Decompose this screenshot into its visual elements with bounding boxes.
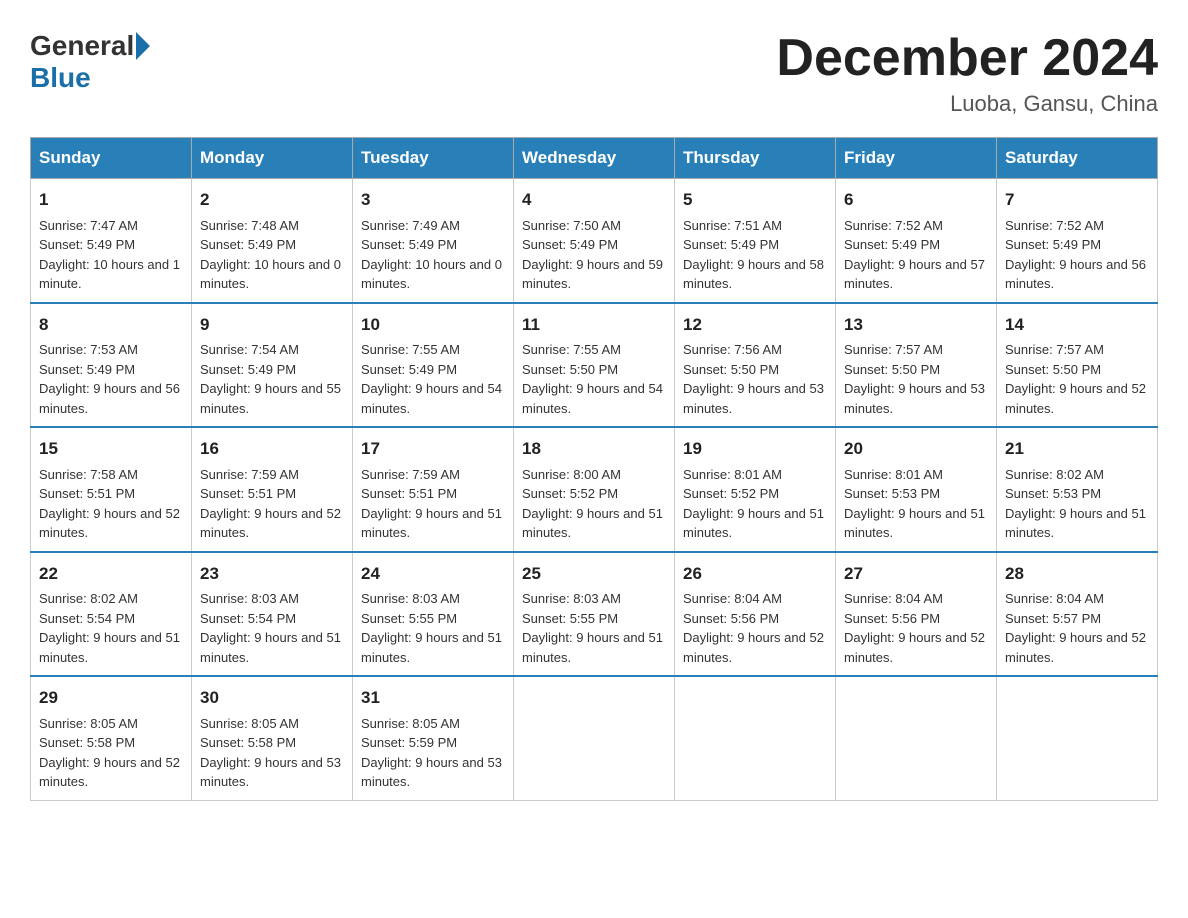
calendar-cell: [836, 676, 997, 800]
calendar-week-row: 1Sunrise: 7:47 AMSunset: 5:49 PMDaylight…: [31, 179, 1158, 303]
day-number: 12: [683, 312, 827, 338]
day-number: 13: [844, 312, 988, 338]
calendar-cell: 18Sunrise: 8:00 AMSunset: 5:52 PMDayligh…: [514, 427, 675, 552]
calendar-cell: 11Sunrise: 7:55 AMSunset: 5:50 PMDayligh…: [514, 303, 675, 428]
logo-general-text: General: [30, 30, 134, 62]
calendar-cell: [675, 676, 836, 800]
calendar-header-wednesday: Wednesday: [514, 138, 675, 179]
calendar-cell: 22Sunrise: 8:02 AMSunset: 5:54 PMDayligh…: [31, 552, 192, 677]
calendar-cell: 16Sunrise: 7:59 AMSunset: 5:51 PMDayligh…: [192, 427, 353, 552]
calendar-cell: 2Sunrise: 7:48 AMSunset: 5:49 PMDaylight…: [192, 179, 353, 303]
day-number: 8: [39, 312, 183, 338]
page-header: General Blue December 2024 Luoba, Gansu,…: [30, 30, 1158, 117]
calendar-cell: 20Sunrise: 8:01 AMSunset: 5:53 PMDayligh…: [836, 427, 997, 552]
day-number: 1: [39, 187, 183, 213]
calendar-cell: 28Sunrise: 8:04 AMSunset: 5:57 PMDayligh…: [997, 552, 1158, 677]
day-number: 23: [200, 561, 344, 587]
calendar-cell: 31Sunrise: 8:05 AMSunset: 5:59 PMDayligh…: [353, 676, 514, 800]
calendar-cell: 26Sunrise: 8:04 AMSunset: 5:56 PMDayligh…: [675, 552, 836, 677]
calendar-header-saturday: Saturday: [997, 138, 1158, 179]
day-number: 20: [844, 436, 988, 462]
calendar-header-thursday: Thursday: [675, 138, 836, 179]
calendar-cell: [514, 676, 675, 800]
calendar-cell: 10Sunrise: 7:55 AMSunset: 5:49 PMDayligh…: [353, 303, 514, 428]
day-number: 21: [1005, 436, 1149, 462]
calendar-cell: 6Sunrise: 7:52 AMSunset: 5:49 PMDaylight…: [836, 179, 997, 303]
calendar-cell: 23Sunrise: 8:03 AMSunset: 5:54 PMDayligh…: [192, 552, 353, 677]
calendar-cell: 1Sunrise: 7:47 AMSunset: 5:49 PMDaylight…: [31, 179, 192, 303]
calendar-cell: 24Sunrise: 8:03 AMSunset: 5:55 PMDayligh…: [353, 552, 514, 677]
day-number: 5: [683, 187, 827, 213]
calendar-cell: 19Sunrise: 8:01 AMSunset: 5:52 PMDayligh…: [675, 427, 836, 552]
day-number: 7: [1005, 187, 1149, 213]
day-number: 9: [200, 312, 344, 338]
day-number: 4: [522, 187, 666, 213]
month-title: December 2024: [776, 30, 1158, 87]
logo-arrow-icon: [136, 32, 150, 60]
calendar-week-row: 8Sunrise: 7:53 AMSunset: 5:49 PMDaylight…: [31, 303, 1158, 428]
calendar-cell: 30Sunrise: 8:05 AMSunset: 5:58 PMDayligh…: [192, 676, 353, 800]
calendar-cell: [997, 676, 1158, 800]
day-number: 29: [39, 685, 183, 711]
calendar-cell: 5Sunrise: 7:51 AMSunset: 5:49 PMDaylight…: [675, 179, 836, 303]
day-number: 11: [522, 312, 666, 338]
logo: General Blue: [30, 30, 152, 94]
calendar-header-sunday: Sunday: [31, 138, 192, 179]
calendar-week-row: 22Sunrise: 8:02 AMSunset: 5:54 PMDayligh…: [31, 552, 1158, 677]
calendar-cell: 12Sunrise: 7:56 AMSunset: 5:50 PMDayligh…: [675, 303, 836, 428]
calendar-cell: 7Sunrise: 7:52 AMSunset: 5:49 PMDaylight…: [997, 179, 1158, 303]
calendar-table: SundayMondayTuesdayWednesdayThursdayFrid…: [30, 137, 1158, 801]
calendar-cell: 4Sunrise: 7:50 AMSunset: 5:49 PMDaylight…: [514, 179, 675, 303]
day-number: 30: [200, 685, 344, 711]
day-number: 25: [522, 561, 666, 587]
calendar-cell: 21Sunrise: 8:02 AMSunset: 5:53 PMDayligh…: [997, 427, 1158, 552]
day-number: 22: [39, 561, 183, 587]
day-number: 19: [683, 436, 827, 462]
day-number: 10: [361, 312, 505, 338]
day-number: 17: [361, 436, 505, 462]
day-number: 24: [361, 561, 505, 587]
day-number: 6: [844, 187, 988, 213]
logo-blue-text: Blue: [30, 62, 91, 94]
calendar-header-friday: Friday: [836, 138, 997, 179]
calendar-cell: 29Sunrise: 8:05 AMSunset: 5:58 PMDayligh…: [31, 676, 192, 800]
calendar-cell: 27Sunrise: 8:04 AMSunset: 5:56 PMDayligh…: [836, 552, 997, 677]
day-number: 28: [1005, 561, 1149, 587]
calendar-cell: 3Sunrise: 7:49 AMSunset: 5:49 PMDaylight…: [353, 179, 514, 303]
day-number: 26: [683, 561, 827, 587]
calendar-cell: 15Sunrise: 7:58 AMSunset: 5:51 PMDayligh…: [31, 427, 192, 552]
day-number: 15: [39, 436, 183, 462]
calendar-header-tuesday: Tuesday: [353, 138, 514, 179]
calendar-week-row: 15Sunrise: 7:58 AMSunset: 5:51 PMDayligh…: [31, 427, 1158, 552]
calendar-cell: 17Sunrise: 7:59 AMSunset: 5:51 PMDayligh…: [353, 427, 514, 552]
day-number: 16: [200, 436, 344, 462]
calendar-cell: 9Sunrise: 7:54 AMSunset: 5:49 PMDaylight…: [192, 303, 353, 428]
day-number: 18: [522, 436, 666, 462]
calendar-header-row: SundayMondayTuesdayWednesdayThursdayFrid…: [31, 138, 1158, 179]
calendar-cell: 14Sunrise: 7:57 AMSunset: 5:50 PMDayligh…: [997, 303, 1158, 428]
calendar-week-row: 29Sunrise: 8:05 AMSunset: 5:58 PMDayligh…: [31, 676, 1158, 800]
day-number: 14: [1005, 312, 1149, 338]
day-number: 31: [361, 685, 505, 711]
calendar-cell: 25Sunrise: 8:03 AMSunset: 5:55 PMDayligh…: [514, 552, 675, 677]
calendar-cell: 13Sunrise: 7:57 AMSunset: 5:50 PMDayligh…: [836, 303, 997, 428]
location-text: Luoba, Gansu, China: [776, 91, 1158, 117]
day-number: 2: [200, 187, 344, 213]
day-number: 27: [844, 561, 988, 587]
day-number: 3: [361, 187, 505, 213]
title-block: December 2024 Luoba, Gansu, China: [776, 30, 1158, 117]
calendar-header-monday: Monday: [192, 138, 353, 179]
calendar-cell: 8Sunrise: 7:53 AMSunset: 5:49 PMDaylight…: [31, 303, 192, 428]
